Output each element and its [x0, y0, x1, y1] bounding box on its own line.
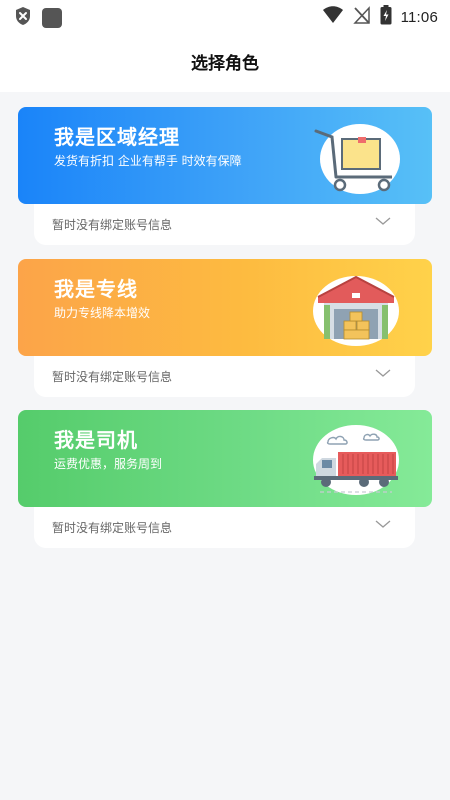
chevron-down-icon[interactable] [375, 364, 391, 377]
role-card-dedicated-line[interactable]: 我是专线 助力专线降本增效 [18, 259, 432, 356]
account-status-text: 暂时没有绑定账号信息 [52, 370, 173, 384]
no-signal-icon [352, 6, 371, 28]
role-title: 我是司机 [54, 428, 138, 452]
status-bar: 11:06 [0, 0, 450, 30]
page-title: 选择角色 [191, 53, 259, 74]
role-title: 我是专线 [54, 277, 138, 301]
account-status-text: 暂时没有绑定账号信息 [52, 521, 173, 535]
role-subtitle: 运费优惠，服务周到 [54, 457, 163, 471]
status-bar-left [14, 6, 62, 30]
status-time: 11:06 [400, 8, 438, 26]
role-subtitle: 发货有折扣 企业有帮手 时效有保障 [54, 154, 242, 168]
container-truck-icon [310, 420, 402, 498]
warehouse-icon [310, 269, 402, 347]
account-info-bar-driver[interactable]: 暂时没有绑定账号信息 [34, 507, 415, 548]
battery-charging-icon [380, 5, 392, 29]
wifi-icon [322, 6, 344, 28]
chevron-down-icon[interactable] [375, 515, 391, 528]
account-info-bar-dedicated-line[interactable]: 暂时没有绑定账号信息 [34, 356, 415, 397]
status-bar-right: 11:06 [322, 5, 438, 29]
role-subtitle: 助力专线降本增效 [54, 306, 151, 320]
app-square-icon [42, 8, 62, 28]
role-card-regional-manager[interactable]: 我是区域经理 发货有折扣 企业有帮手 时效有保障 [18, 107, 432, 204]
role-card-driver[interactable]: 我是司机 运费优惠，服务周到 [18, 410, 432, 507]
shield-x-icon [14, 6, 32, 30]
header: 选择角色 [0, 30, 450, 92]
role-title: 我是区域经理 [54, 125, 180, 149]
hand-truck-icon [310, 117, 402, 195]
account-status-text: 暂时没有绑定账号信息 [52, 218, 173, 232]
chevron-down-icon[interactable] [375, 212, 391, 225]
account-info-bar-regional-manager[interactable]: 暂时没有绑定账号信息 [34, 204, 415, 245]
